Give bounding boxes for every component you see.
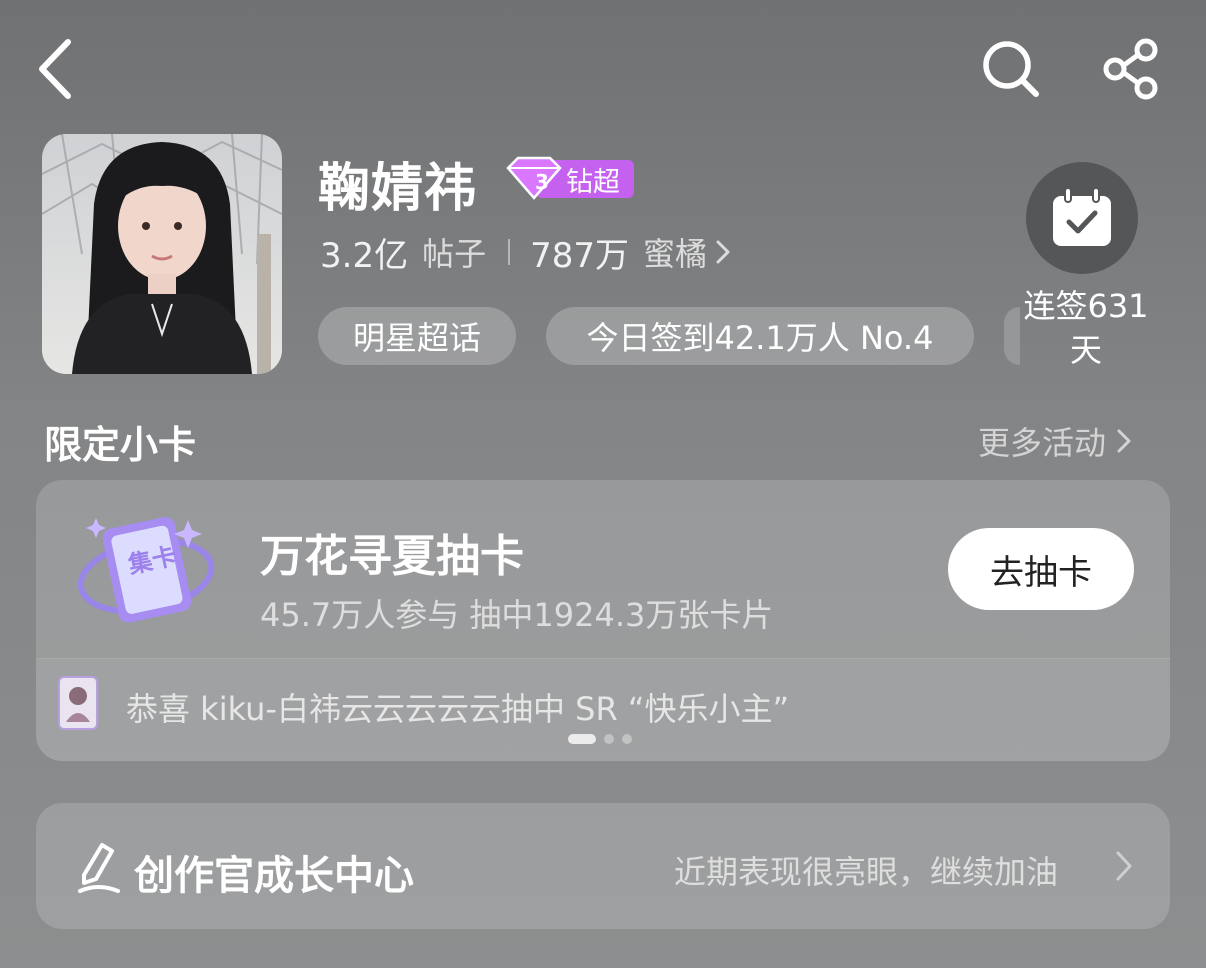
- chevron-left-icon: [39, 39, 71, 99]
- badge-level: 3: [535, 170, 549, 194]
- fans-count: 787万: [530, 235, 629, 276]
- search-icon: [983, 41, 1039, 97]
- back-button[interactable]: [24, 38, 84, 100]
- chevron-right-icon: [1117, 429, 1131, 453]
- star-topic-pill[interactable]: 明星超话: [318, 307, 516, 365]
- checkin-streak-line1: 连签631: [1023, 287, 1149, 325]
- card-activity-stats: 45.7万人参与 抽中1924.3万张卡片: [260, 596, 774, 634]
- winner-announcement: 恭喜 kiku-白祎云云云云云抽中 SR “快乐小主”: [126, 690, 790, 728]
- draw-card-button[interactable]: 去抽卡: [948, 528, 1134, 610]
- checkin-streak-label: 连签631 天: [1018, 284, 1154, 372]
- posts-label: 帖子: [422, 235, 487, 273]
- star-name: 鞠婧祎: [318, 159, 478, 219]
- more-activities-link[interactable]: 更多活动: [978, 418, 1132, 464]
- collect-card-icon: 集卡: [76, 506, 216, 636]
- checkin-rank-pill[interactable]: 今日签到42.1万人 No.4: [546, 307, 974, 365]
- carousel-indicator: [568, 734, 632, 744]
- more-activities-label: 更多活动: [978, 424, 1107, 462]
- carousel-dot: [604, 734, 614, 744]
- posts-count: 3.2亿: [320, 235, 409, 276]
- creator-title: 创作官成长中心: [134, 853, 414, 899]
- carousel-dot-active: [568, 734, 596, 744]
- creator-pen-icon: [76, 837, 122, 895]
- chevron-right-icon: [1114, 849, 1134, 887]
- checkin-button[interactable]: [1026, 162, 1138, 274]
- avatar-image: [42, 134, 282, 374]
- chevron-right-icon: [716, 240, 730, 264]
- avatar[interactable]: [42, 134, 282, 374]
- carousel-dot: [622, 734, 632, 744]
- card-draw-panel[interactable]: 集卡 万花寻夏抽卡 45.7万人参与 抽中1924.3万张卡片 去抽卡 恭喜 k…: [36, 480, 1170, 761]
- card-activity-title: 万花寻夏抽卡: [260, 531, 524, 582]
- stats-row: 3.2亿 帖子 787万 蜜橘: [320, 232, 731, 276]
- share-button[interactable]: [1096, 38, 1166, 100]
- stats-divider: [508, 239, 511, 265]
- share-icon: [1103, 38, 1158, 100]
- search-button[interactable]: [976, 38, 1046, 100]
- calendar-check-icon: [1053, 188, 1111, 246]
- creator-growth-center[interactable]: 创作官成长中心 近期表现很亮眼，继续加油: [36, 803, 1170, 929]
- winner-card-thumbnail: [58, 676, 98, 730]
- creator-hint: 近期表现很亮眼，继续加油: [674, 853, 1059, 891]
- diamond-super-badge[interactable]: 3 钻超: [502, 156, 634, 200]
- badge-label: 钻超: [566, 167, 620, 198]
- section-title: 限定小卡: [44, 423, 197, 467]
- checkin-streak-line2: 天: [1069, 331, 1102, 369]
- fans-label: 蜜橘: [643, 235, 708, 273]
- fans-link[interactable]: 787万 蜜橘: [530, 228, 731, 277]
